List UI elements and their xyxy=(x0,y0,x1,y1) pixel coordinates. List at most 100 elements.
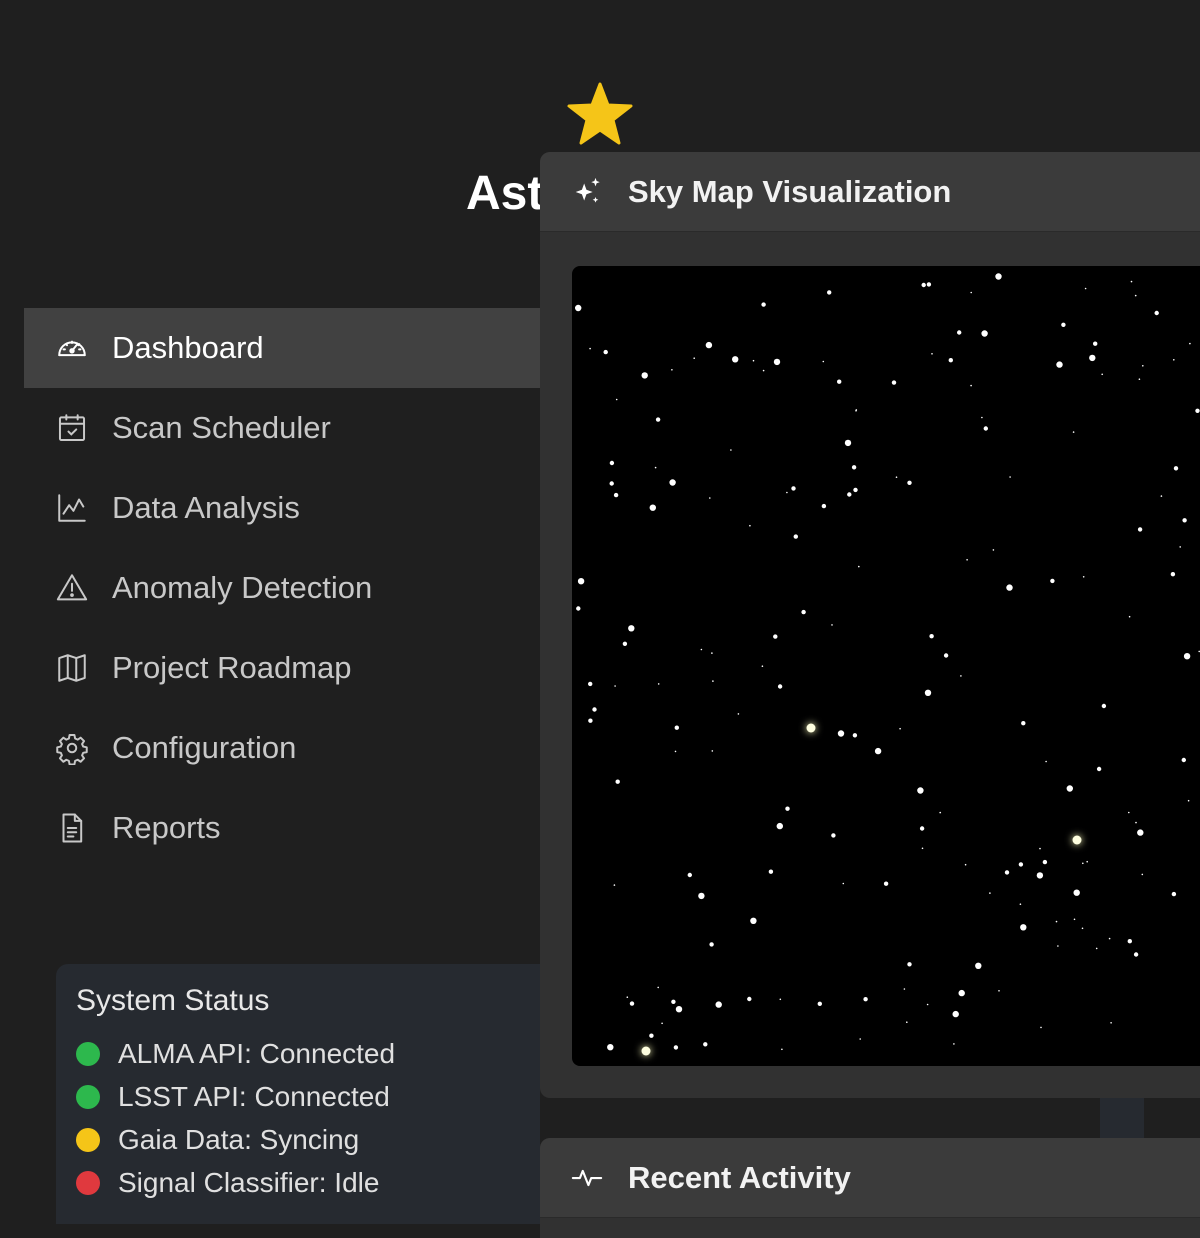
sky-star xyxy=(952,1010,959,1018)
sky-star xyxy=(1127,939,1132,944)
sky-star xyxy=(1082,862,1084,865)
sky-star xyxy=(709,942,714,947)
sidebar-item-label: Dashboard xyxy=(112,330,264,365)
sidebar-item-label: Scan Scheduler xyxy=(112,410,331,445)
status-item-text: LSST API: Connected xyxy=(118,1080,390,1112)
status-item-text: Signal Classifier: Idle xyxy=(118,1166,380,1198)
sky-star xyxy=(687,872,692,878)
sky-star xyxy=(671,999,676,1004)
sky-map-title: Sky Map Visualization xyxy=(628,173,952,209)
sky-star xyxy=(712,680,714,682)
sky-star xyxy=(1089,354,1096,362)
sky-star xyxy=(1066,785,1073,792)
sky-star xyxy=(921,847,924,850)
sky-star xyxy=(1095,947,1098,950)
pulse-icon xyxy=(571,1169,603,1186)
sidebar-nav: Dashboard Scan Scheduler Data Analysis A… xyxy=(24,308,540,868)
sky-star xyxy=(698,892,705,900)
sky-bright-star[interactable] xyxy=(641,1046,651,1056)
sky-star xyxy=(981,416,983,419)
sky-star xyxy=(747,996,752,1002)
sky-star xyxy=(970,291,972,294)
sky-star xyxy=(989,892,991,894)
status-item: Signal Classifier: Idle xyxy=(76,1161,520,1204)
sky-star xyxy=(1039,847,1041,850)
sky-star xyxy=(926,1003,929,1006)
sky-star xyxy=(1061,322,1066,327)
sky-star xyxy=(970,384,972,387)
sky-star xyxy=(675,1006,683,1013)
sky-star xyxy=(649,1033,654,1038)
sky-star xyxy=(844,439,852,447)
sky-star xyxy=(622,641,628,646)
sky-star xyxy=(921,282,926,288)
sky-star xyxy=(822,360,825,363)
sky-star xyxy=(837,730,845,737)
sky-star xyxy=(1110,1022,1112,1024)
status-item-text: ALMA API: Connected xyxy=(118,1037,396,1069)
sky-star xyxy=(964,863,967,866)
warning-triangle-icon xyxy=(54,570,90,606)
sky-star xyxy=(669,479,676,486)
sky-star xyxy=(817,1001,822,1006)
sky-star xyxy=(1082,576,1085,578)
sky-star xyxy=(842,882,845,885)
sky-star xyxy=(1154,310,1159,316)
sky-star xyxy=(791,486,796,491)
sky-star xyxy=(847,492,852,497)
sky-star xyxy=(773,634,778,639)
sky-star xyxy=(853,487,858,493)
sidebar-item-reports[interactable]: Reports xyxy=(24,788,540,868)
sky-star xyxy=(613,492,619,498)
sidebar-item-data-analysis[interactable]: Data Analysis xyxy=(24,468,540,548)
sky-star xyxy=(1086,860,1088,863)
sky-star xyxy=(1173,359,1175,361)
sky-star xyxy=(1072,431,1075,433)
star-logo-icon xyxy=(567,82,633,145)
sky-star xyxy=(1195,408,1200,413)
sidebar-item-anomaly-detection[interactable]: Anomaly Detection xyxy=(24,548,540,628)
sky-star xyxy=(874,747,882,755)
sky-star xyxy=(953,1043,955,1045)
sky-star xyxy=(693,357,695,359)
sky-star xyxy=(1021,721,1026,726)
sky-star xyxy=(615,779,620,784)
sky-star xyxy=(655,417,661,422)
sky-star xyxy=(1128,811,1130,814)
sky-star xyxy=(1173,466,1179,471)
calendar-check-icon xyxy=(54,410,90,446)
document-icon xyxy=(54,810,90,846)
sidebar-item-configuration[interactable]: Configuration xyxy=(24,708,540,788)
sky-star xyxy=(773,358,781,366)
sky-bright-star[interactable] xyxy=(1072,835,1082,845)
sky-star xyxy=(1040,1026,1042,1029)
sky-star xyxy=(657,683,660,685)
sky-map-canvas[interactable] xyxy=(572,266,1200,1066)
sky-star xyxy=(1096,766,1102,772)
sky-map-panel: Sky Map Visualization xyxy=(540,152,1200,1098)
sidebar-item-scan-scheduler[interactable]: Scan Scheduler xyxy=(24,388,540,468)
sky-star xyxy=(609,460,615,466)
sky-star xyxy=(613,884,616,886)
sky-star xyxy=(671,369,673,371)
sky-bright-star[interactable] xyxy=(806,723,816,733)
sky-star xyxy=(1170,572,1176,577)
sky-star xyxy=(891,380,897,385)
sky-star xyxy=(929,634,934,639)
sky-star xyxy=(730,449,732,451)
status-dot-red xyxy=(76,1170,100,1195)
sky-star xyxy=(943,653,949,658)
sky-star xyxy=(762,369,765,372)
sky-star xyxy=(821,503,827,509)
sky-star xyxy=(629,1001,635,1006)
sidebar-item-dashboard[interactable]: Dashboard xyxy=(24,308,540,388)
sky-map-header: Sky Map Visualization xyxy=(540,152,1200,232)
sky-star xyxy=(858,565,860,568)
sky-star xyxy=(895,476,898,478)
sky-star xyxy=(1081,927,1084,930)
recent-activity-header: Recent Activity xyxy=(540,1138,1200,1218)
sidebar-item-project-roadmap[interactable]: Project Roadmap xyxy=(24,628,540,708)
sky-star xyxy=(711,652,713,654)
sky-star xyxy=(852,733,858,738)
sky-star xyxy=(673,1045,679,1050)
